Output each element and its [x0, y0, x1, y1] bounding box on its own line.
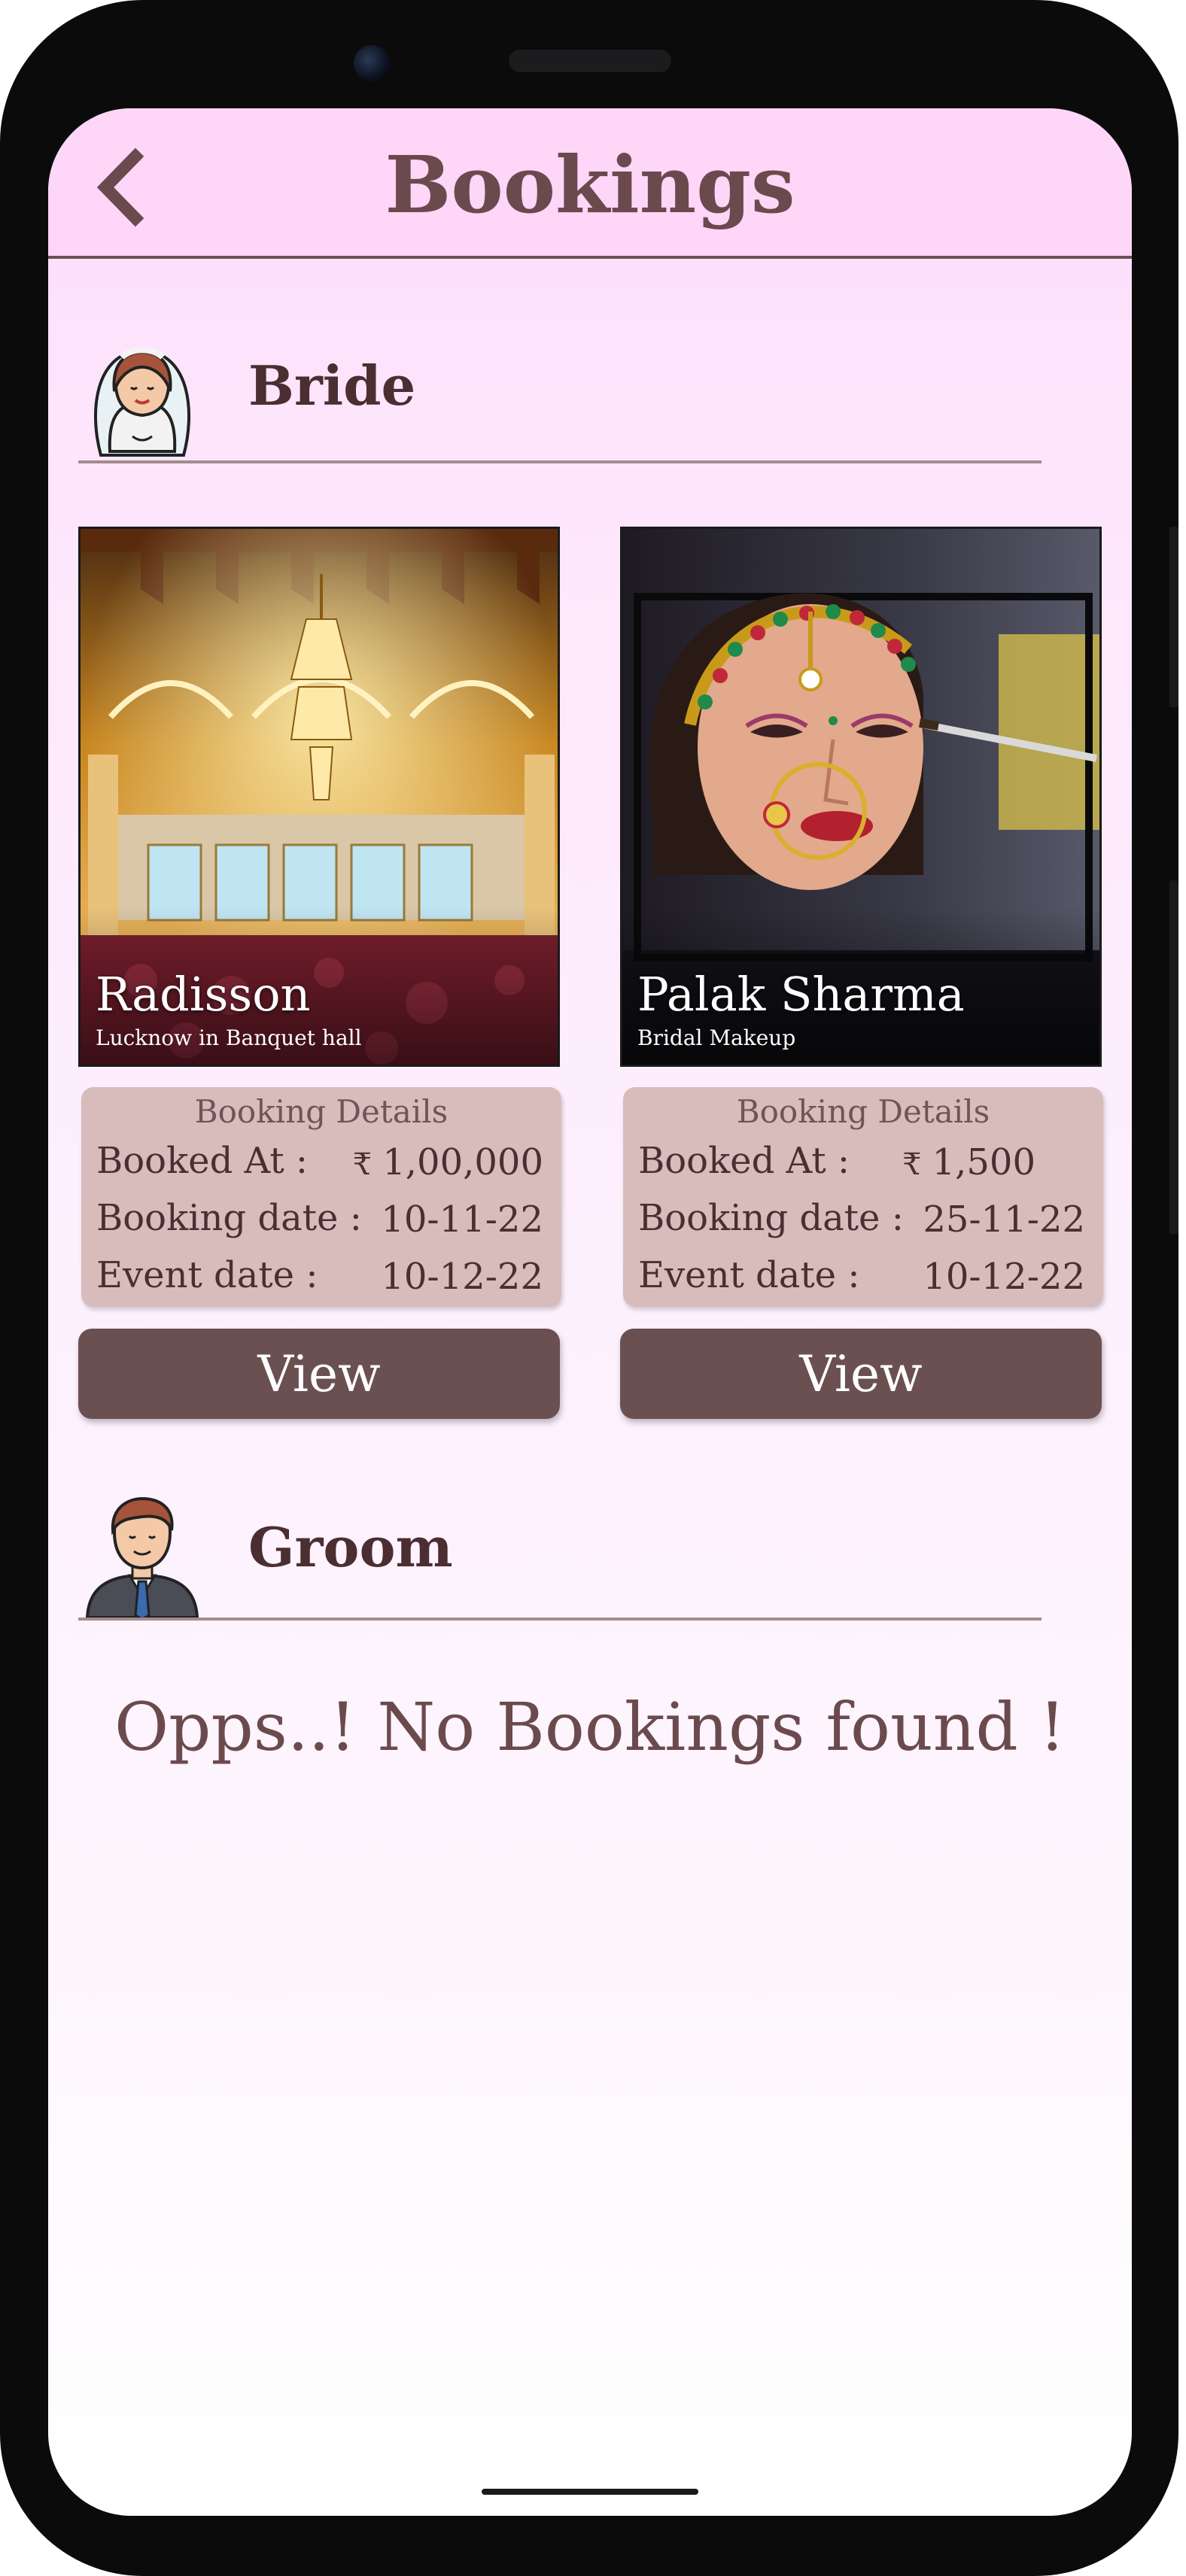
- event-date-value: 10-12-22: [381, 1256, 543, 1298]
- vendor-name: Radisson: [96, 967, 311, 1022]
- booking-details-title: Booking Details: [736, 1093, 990, 1130]
- booked-at-value: ₹1,500: [902, 1141, 1035, 1183]
- booking-date-row: Booking date : 25-11-22: [638, 1197, 1085, 1245]
- vendor-name: Palak Sharma: [637, 967, 965, 1022]
- bride-avatar-icon: [78, 331, 206, 459]
- section-divider: [78, 1618, 1042, 1621]
- venue-photo[interactable]: Radisson Lucknow in Banquet hall: [78, 527, 560, 1067]
- booking-details-box: Booking Details Booked At : ₹1,00,000 Bo…: [81, 1087, 561, 1307]
- section-label-groom: Groom: [248, 1515, 453, 1579]
- front-camera: [354, 45, 390, 81]
- earpiece-speaker: [509, 50, 671, 72]
- vendor-subtitle: Bridal Makeup: [637, 1025, 796, 1050]
- event-date-row: Event date : 10-12-22: [638, 1254, 1085, 1302]
- event-date-value: 10-12-22: [923, 1256, 1085, 1298]
- app-screen: Bookings Bride Radisson Lucknow in Banqu…: [48, 108, 1132, 2516]
- event-date-label: Event date :: [638, 1254, 860, 1296]
- booking-date-label: Booking date :: [96, 1197, 362, 1239]
- section-groom-header: Groom: [78, 1485, 1042, 1621]
- booking-date-value: 25-11-22: [923, 1198, 1085, 1241]
- volume-button: [1169, 527, 1178, 707]
- phone-frame: Bookings Bride Radisson Lucknow in Banqu…: [0, 0, 1178, 2576]
- event-date-label: Event date :: [96, 1254, 318, 1296]
- groom-avatar-icon: [78, 1491, 206, 1621]
- booked-at-value: ₹1,00,000: [352, 1141, 543, 1183]
- booked-at-row: Booked At : ₹1,500: [638, 1140, 1085, 1188]
- booking-date-label: Booking date :: [638, 1197, 904, 1239]
- booking-date-row: Booking date : 10-11-22: [96, 1197, 543, 1245]
- booked-at-label: Booked At :: [638, 1140, 850, 1182]
- section-bride-header: Bride: [78, 331, 1042, 463]
- booking-date-value: 10-11-22: [381, 1198, 543, 1241]
- booked-at-row: Booked At : ₹1,00,000: [96, 1140, 543, 1188]
- booking-details-box: Booking Details Booked At : ₹1,500 Booki…: [623, 1087, 1103, 1307]
- home-indicator[interactable]: [482, 2489, 698, 2495]
- empty-state-message: Opps..! No Bookings found !: [114, 1688, 1066, 1766]
- app-header: Bookings: [48, 108, 1132, 259]
- page-title: Bookings: [385, 138, 795, 231]
- booking-details-title: Booking Details: [194, 1093, 449, 1130]
- view-button[interactable]: View: [620, 1329, 1102, 1419]
- section-divider: [78, 460, 1042, 463]
- rupee-icon: ₹: [902, 1147, 922, 1182]
- power-button: [1169, 880, 1178, 1234]
- vendor-photo[interactable]: Palak Sharma Bridal Makeup: [620, 527, 1102, 1067]
- event-date-row: Event date : 10-12-22: [96, 1254, 543, 1302]
- section-label-bride: Bride: [248, 354, 416, 418]
- rupee-icon: ₹: [352, 1147, 373, 1182]
- view-button[interactable]: View: [78, 1329, 560, 1419]
- booked-at-label: Booked At :: [96, 1140, 309, 1182]
- vendor-subtitle: Lucknow in Banquet hall: [96, 1025, 362, 1050]
